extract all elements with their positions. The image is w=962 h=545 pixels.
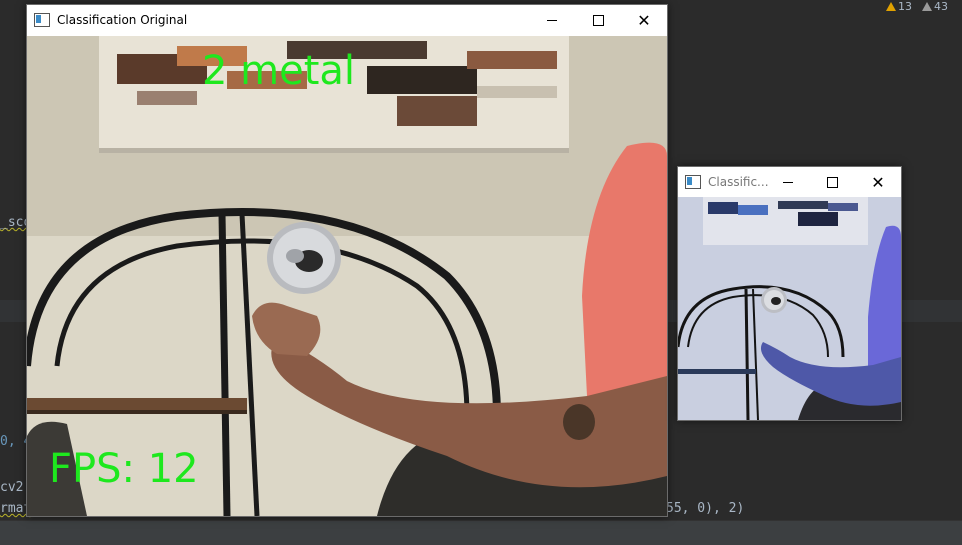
title-bar[interactable]: Classific... ✕ xyxy=(678,167,901,197)
weak-warnings-count: 43 xyxy=(934,0,948,13)
warnings-indicator[interactable]: 13 xyxy=(886,0,912,13)
camera-image-bgr xyxy=(678,197,901,420)
prediction-label: 2 metal xyxy=(202,48,356,94)
classification-original-window[interactable]: Classification Original ✕ 2 metal FPS: 1… xyxy=(26,4,668,517)
close-icon[interactable]: ✕ xyxy=(621,5,667,35)
window-title: Classific... xyxy=(708,175,769,189)
app-icon xyxy=(685,175,701,189)
maximize-icon[interactable] xyxy=(575,5,621,35)
code-fragment: 55, 0), 2) xyxy=(666,501,745,516)
warnings-count: 13 xyxy=(898,0,912,13)
code-fragment: cv2 xyxy=(0,480,24,495)
weak-warnings-indicator[interactable]: 43 xyxy=(922,0,948,13)
weak-warning-icon xyxy=(922,1,932,11)
title-bar[interactable]: Classification Original ✕ xyxy=(27,5,667,35)
minimize-icon[interactable] xyxy=(529,5,575,35)
minimize-icon[interactable] xyxy=(765,167,811,197)
camera-frame: 2 metal FPS: 12 xyxy=(27,36,667,516)
fps-label: FPS: 12 xyxy=(49,446,199,492)
window-title: Classification Original xyxy=(57,13,188,27)
ide-status-strip xyxy=(0,520,962,545)
camera-frame-color-swapped xyxy=(678,197,901,420)
classification-secondary-window[interactable]: Classific... ✕ xyxy=(677,166,902,421)
camera-image xyxy=(27,36,667,516)
warning-icon xyxy=(886,1,896,11)
close-icon[interactable]: ✕ xyxy=(855,167,901,197)
maximize-icon[interactable] xyxy=(809,167,855,197)
app-icon xyxy=(34,13,50,27)
